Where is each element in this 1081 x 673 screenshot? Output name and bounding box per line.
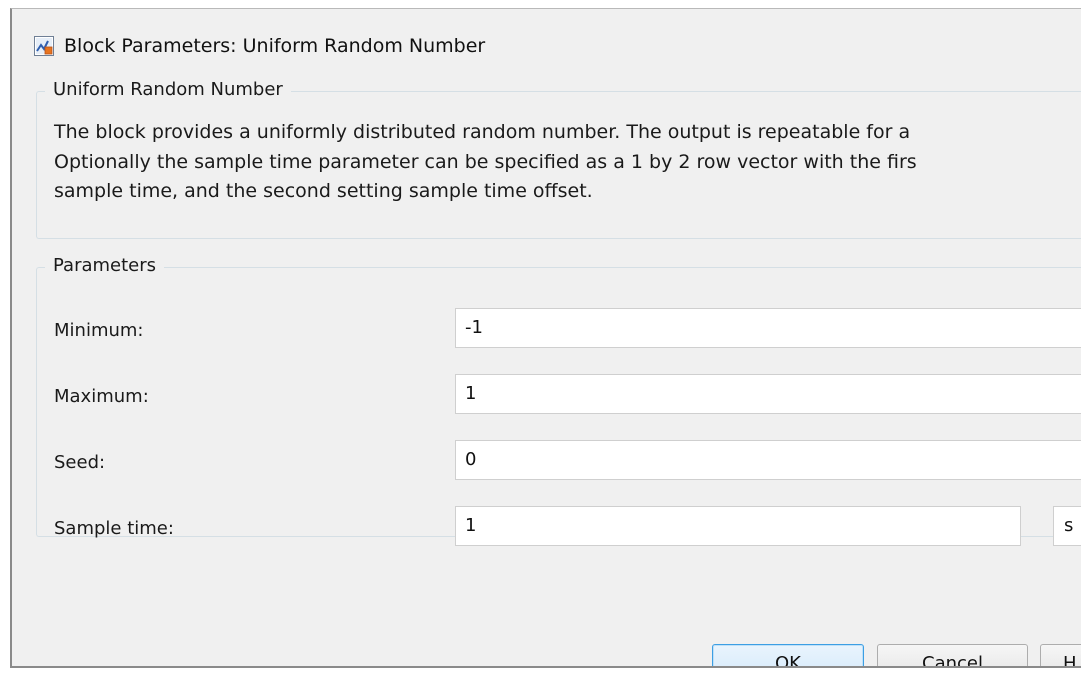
block-parameters-dialog: Block Parameters: Uniform Random Number … [10,8,1081,668]
maximum-input[interactable]: 1 [455,374,1081,414]
description-group-title: Uniform Random Number [45,79,291,100]
block-description: The block provides a uniformly distribut… [54,118,1081,207]
cancel-button[interactable]: Cancel [877,644,1028,666]
sample-time-input[interactable]: 1 [455,506,1021,546]
title-bar[interactable]: Block Parameters: Uniform Random Number [12,9,1081,79]
description-line: The block provides a uniformly distribut… [54,121,911,143]
description-group: Uniform Random Number The block provides… [36,79,1081,239]
minimum-input[interactable]: -1 [455,308,1081,348]
dialog-body: Uniform Random Number The block provides… [20,79,1081,666]
parameters-group: Parameters Minimum: -1 Maximum: 1 Seed: … [36,255,1081,546]
minimum-label: Minimum: [54,320,144,341]
seed-label: Seed: [54,452,106,473]
sample-time-unit[interactable]: s [1053,506,1081,546]
parameters-group-title: Parameters [45,255,165,276]
seed-input[interactable]: 0 [455,440,1081,480]
maximum-label: Maximum: [54,386,149,407]
description-line: sample time, and the second setting samp… [54,180,593,202]
help-button[interactable]: H [1040,644,1081,666]
window-title: Block Parameters: Uniform Random Number [64,35,486,57]
simulink-block-icon [34,36,54,56]
description-line: Optionally the sample time parameter can… [54,150,917,173]
ok-button[interactable]: OK [712,644,864,666]
sample-time-label: Sample time: [54,518,174,539]
